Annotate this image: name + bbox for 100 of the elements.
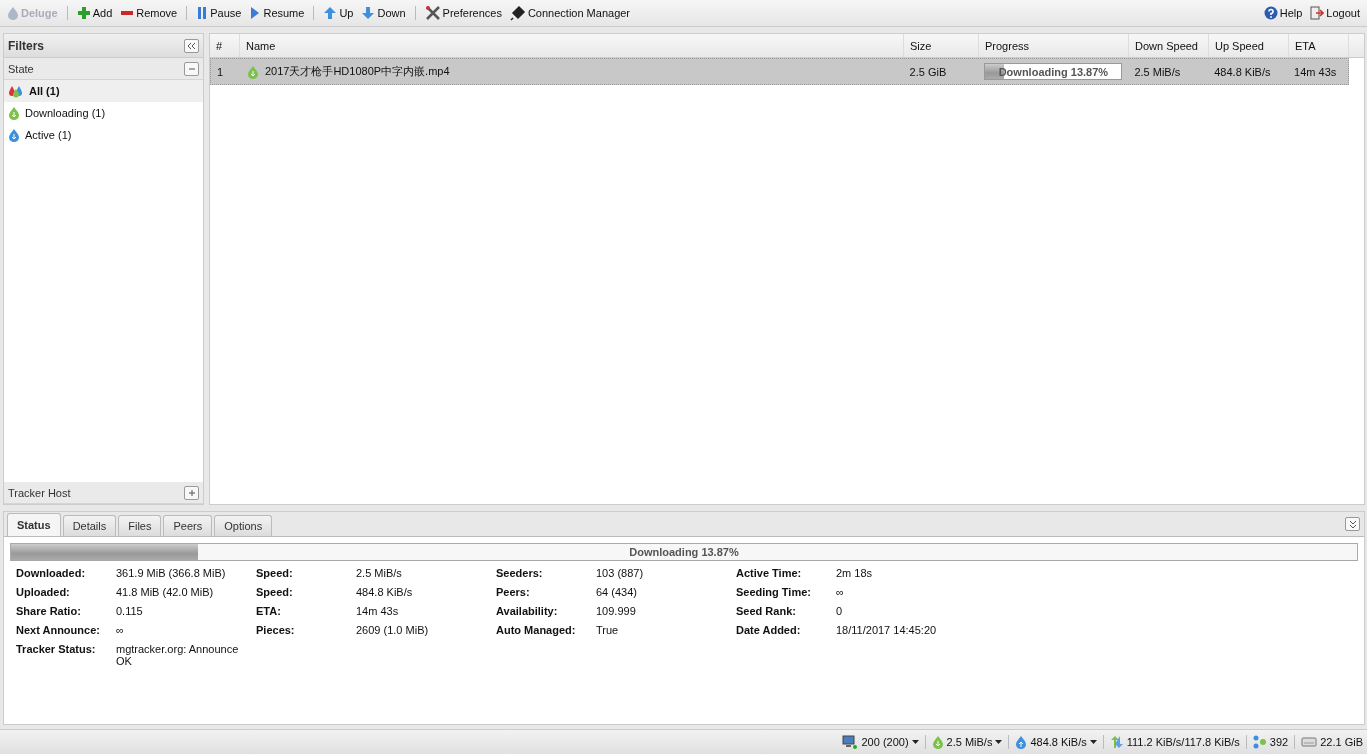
section-title: State xyxy=(8,62,34,75)
column-header[interactable]: ETA xyxy=(1289,34,1349,57)
tab[interactable]: Details xyxy=(62,515,117,536)
status-item[interactable]: 200 (200) xyxy=(842,735,919,749)
drop-icon xyxy=(8,128,20,142)
tab[interactable]: Peers xyxy=(163,515,213,536)
status-item: 22.1 GiB xyxy=(1301,736,1363,748)
double-chevron-icon xyxy=(187,41,196,50)
drops-icon xyxy=(8,84,24,98)
plus-icon xyxy=(76,6,91,20)
table-cell-text: 14m 43s xyxy=(1293,65,1338,78)
nodes-icon xyxy=(1252,735,1267,749)
plus-icon xyxy=(187,488,196,497)
field-label: Peers: xyxy=(496,586,531,600)
field-label: Speed: xyxy=(256,586,294,600)
table-cell-text: 1 xyxy=(216,65,225,78)
column-header[interactable]: Up Speed xyxy=(1209,34,1289,57)
up-arrow-icon xyxy=(323,6,338,20)
field-value: 103 (887) xyxy=(596,567,645,581)
toolbar-button[interactable]: Down xyxy=(358,4,409,22)
toolbar-button[interactable]: Connection Manager xyxy=(506,3,634,23)
toolbar-button[interactable]: Add xyxy=(73,4,116,22)
toggle-button[interactable] xyxy=(184,485,199,500)
field-value: 109.999 xyxy=(596,605,637,619)
field-value: ∞ xyxy=(116,624,125,638)
status-item[interactable]: 2.5 MiB/s xyxy=(931,735,1003,749)
column-header[interactable]: Progress xyxy=(979,34,1129,57)
down-arrow-icon xyxy=(361,6,376,20)
field-label: Seeding Time: xyxy=(736,586,812,600)
pause-icon xyxy=(196,6,209,20)
progress-bar: Downloading 13.87% xyxy=(984,63,1123,80)
field-label: Seed Rank: xyxy=(736,605,797,619)
logout-button[interactable]: Logout xyxy=(1307,4,1363,22)
torrent-row[interactable]: 1 2017天才枪手HD1080P中字内嵌.mp4 2.5 GiB Downloading 13.87% 2.5 MiB/s 484.8 KiB/s 14m 43s xyxy=(210,58,1349,85)
field-value: 64 (434) xyxy=(596,586,638,600)
tools-icon xyxy=(424,5,441,21)
caret-icon xyxy=(995,740,1003,744)
field-label: Tracker Status: xyxy=(16,643,97,657)
tab[interactable]: Files xyxy=(118,515,162,536)
collapse-button[interactable] xyxy=(184,38,199,53)
download-icon xyxy=(8,106,20,120)
table-cell: 2017天才枪手HD1080P中字内嵌.mp4 xyxy=(264,64,450,79)
column-header[interactable]: Down Speed xyxy=(1129,34,1209,57)
field-label: Speed: xyxy=(256,567,294,581)
upload-icon xyxy=(1015,735,1028,749)
field-value: 14m 43s xyxy=(356,605,400,619)
help-icon xyxy=(1263,6,1278,20)
section-title: Tracker Host xyxy=(8,486,71,499)
table-cell-text: 2.5 MiB/s xyxy=(1133,65,1182,78)
toggle-button[interactable] xyxy=(184,61,199,76)
caret-icon xyxy=(911,740,919,744)
field-value: 41.8 MiB (42.0 MiB) xyxy=(116,586,215,600)
drop-icon xyxy=(7,6,19,20)
toolbar-button[interactable]: Up xyxy=(320,4,357,22)
field-label: Next Announce: xyxy=(16,624,101,638)
status-item: 392 xyxy=(1252,735,1289,749)
progress-bar: Downloading 13.87% xyxy=(10,543,1358,561)
field-label: Share Ratio: xyxy=(16,605,82,619)
status-item: 111.2 KiB/s/117.8 KiB/s xyxy=(1109,735,1240,749)
field-label: Availability: xyxy=(496,605,559,619)
table-cell-text: 2.5 GiB xyxy=(908,65,948,78)
panel-title: Filters xyxy=(8,38,44,53)
field-label: Uploaded: xyxy=(16,586,71,600)
filter-item[interactable]: Active (1) xyxy=(4,124,203,146)
toolbar-button[interactable]: Resume xyxy=(246,4,308,22)
toolbar-button[interactable]: Preferences xyxy=(421,3,505,23)
transfer-icon xyxy=(1109,735,1124,749)
status-item[interactable]: 484.8 KiB/s xyxy=(1015,735,1097,749)
field-value: 2609 (1.0 MiB) xyxy=(356,624,430,638)
field-value: 2m 18s xyxy=(836,567,874,581)
filter-item[interactable]: All (1) xyxy=(4,80,203,102)
table-cell-text: 484.8 KiB/s xyxy=(1213,65,1272,78)
toolbar-button[interactable]: Pause xyxy=(193,4,245,22)
field-value: True xyxy=(596,624,620,638)
field-value: 484.8 KiB/s xyxy=(356,586,414,600)
download-icon xyxy=(246,64,259,79)
tab[interactable]: Options xyxy=(214,515,273,536)
double-chevron-icon xyxy=(1348,519,1357,529)
field-value: 2.5 MiB/s xyxy=(356,567,403,581)
toolbar-button[interactable]: Remove xyxy=(117,4,181,22)
column-header[interactable]: # xyxy=(210,34,240,57)
field-value: mgtracker.org: Announce OK xyxy=(116,643,240,667)
field-label: Auto Managed: xyxy=(496,624,577,638)
logout-icon xyxy=(1310,6,1325,20)
field-value: 18/11/2017 14:45:20 xyxy=(836,624,938,638)
field-value: ∞ xyxy=(836,586,845,600)
field-label: Seeders: xyxy=(496,567,544,581)
help-button[interactable]: Help xyxy=(1260,4,1306,22)
field-label: Active Time: xyxy=(736,567,803,581)
filter-item[interactable]: Downloading (1) xyxy=(4,102,203,124)
field-label: ETA: xyxy=(256,605,282,619)
column-header[interactable]: Size xyxy=(904,34,979,57)
collapse-button[interactable] xyxy=(1345,517,1360,531)
field-value: 0 xyxy=(836,605,844,619)
column-header[interactable]: Name xyxy=(240,34,904,57)
field-label: Date Added: xyxy=(736,624,802,638)
caret-icon xyxy=(1089,740,1097,744)
tab[interactable]: Status xyxy=(7,513,61,536)
field-label: Downloaded: xyxy=(16,567,87,581)
computer-icon xyxy=(842,735,859,749)
